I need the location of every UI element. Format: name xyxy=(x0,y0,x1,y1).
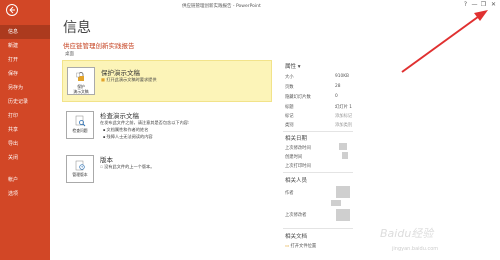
title-bar: 供应链管理创新实践报告 - PowerPoint ? — ❐ ✕ xyxy=(50,0,500,12)
properties-heading[interactable]: 属性 ▾ xyxy=(285,62,301,70)
nav-share[interactable]: 共享 xyxy=(0,123,50,137)
related-docs-heading: 相关文档 xyxy=(285,234,308,240)
inspect-presentation-card: 检查问题 检查演示文稿 在发布此文件之前，请注意其是否包含以下内容: 文档属性和… xyxy=(62,106,272,150)
back-button[interactable] xyxy=(6,4,18,16)
nav-save-as[interactable]: 另存为 xyxy=(0,81,50,95)
related-dates-heading: 相关日期 xyxy=(285,136,308,142)
nav-history[interactable]: 历史记录 xyxy=(0,95,50,109)
protect-button-label: 保护 演示文稿 xyxy=(73,84,89,94)
divider xyxy=(283,172,353,173)
nav-options[interactable]: 选项 xyxy=(0,187,50,201)
versions-heading: 版本 xyxy=(100,156,113,164)
divider xyxy=(283,228,353,229)
redacted-modifier xyxy=(336,209,350,221)
check-issues-label: 检查问题 xyxy=(72,128,88,133)
inspect-description: 在发布此文件之前，请注意其是否包含以下内容: xyxy=(100,120,190,125)
protect-heading: 保护演示文稿 xyxy=(101,69,140,77)
inspect-heading: 检查演示文稿 xyxy=(100,112,139,120)
prop-value-category[interactable]: 添加类别 xyxy=(335,122,352,128)
document-title: 供应链管理创新实践报告 xyxy=(63,42,135,50)
prop-value-slides: 28 xyxy=(335,84,341,89)
sidebar-nav: 信息 新建 打开 保存 另存为 历史记录 打印 共享 导出 关闭 帐户 选项 xyxy=(0,25,50,201)
protect-description: ■ 打开此演示文稿时要求提供 xyxy=(101,77,157,82)
redacted-author xyxy=(336,186,350,198)
page-title: 信息 xyxy=(63,20,91,36)
related-people-heading: 相关人员 xyxy=(285,178,308,184)
close-window-button[interactable]: ✕ xyxy=(489,1,498,8)
back-arrow-icon xyxy=(9,6,15,14)
nav-info[interactable]: 信息 xyxy=(0,25,50,39)
inspect-bullet-accessibility: 残障人士无法阅读的内容 xyxy=(103,134,153,140)
nav-account[interactable]: 帐户 xyxy=(0,173,50,187)
date-label-printed: 上次打印时间 xyxy=(285,164,311,169)
divider xyxy=(283,131,353,132)
people-label-last-modified: 上次修改者 xyxy=(285,213,307,218)
prop-value-size: 910KB xyxy=(335,74,349,79)
versions-card: 管理版本 版本 ▫ 没有此文件的上一个版本。 xyxy=(62,153,272,189)
prop-label-hidden: 隐藏幻灯片数 xyxy=(285,95,311,100)
prop-value-hidden: 0 xyxy=(335,94,338,99)
nav-new[interactable]: 新建 xyxy=(0,39,50,53)
backstage-sidebar: 信息 新建 打开 保存 另存为 历史记录 打印 共享 导出 关闭 帐户 选项 xyxy=(0,0,50,260)
window-title: 供应链管理创新实践报告 - PowerPoint xyxy=(182,4,261,9)
prop-label-category: 类别 xyxy=(285,123,294,128)
watermark-url: jingyan.baidu.com xyxy=(392,246,439,252)
people-label-author: 作者 xyxy=(285,191,294,196)
watermark-logo: Baidu经验 xyxy=(380,227,434,240)
nav-save[interactable]: 保存 xyxy=(0,67,50,81)
inspect-document-icon xyxy=(75,115,86,127)
open-file-location-link[interactable]: ▭ 打开文件位置 xyxy=(285,243,316,249)
inspect-bullet-properties: 文档属性和作者的姓名 xyxy=(103,127,149,133)
nav-print[interactable]: 打印 xyxy=(0,109,50,123)
document-path[interactable]: 桌面 xyxy=(65,51,74,57)
nav-open[interactable]: 打开 xyxy=(0,53,50,67)
lock-icon xyxy=(76,72,84,81)
prop-label-title: 标题 xyxy=(285,105,294,110)
manage-versions-button[interactable]: 管理版本 xyxy=(66,155,94,183)
date-label-modified: 上次修改时间 xyxy=(285,146,311,151)
nav-close[interactable]: 关闭 xyxy=(0,151,50,165)
prop-label-size: 大小 xyxy=(285,75,294,80)
versions-description: ▫ 没有此文件的上一个版本。 xyxy=(100,164,155,169)
minimize-button[interactable]: — xyxy=(470,1,479,8)
protect-presentation-card: 保护 演示文稿 保护演示文稿 ■ 打开此演示文稿时要求提供 xyxy=(62,60,272,102)
protect-presentation-button[interactable]: 保护 演示文稿 xyxy=(67,67,95,95)
chevron-down-icon: ▾ xyxy=(297,64,301,70)
redacted-value xyxy=(339,143,347,150)
redacted-value xyxy=(331,200,341,206)
nav-export[interactable]: 导出 xyxy=(0,137,50,151)
prop-value-title[interactable]: 幻灯片 1 xyxy=(335,104,352,110)
prop-label-tags: 标记 xyxy=(285,114,294,119)
manage-versions-label: 管理版本 xyxy=(72,172,88,177)
help-button[interactable]: ? xyxy=(461,1,470,8)
check-issues-button[interactable]: 检查问题 xyxy=(66,111,94,139)
prop-label-slides: 页数 xyxy=(285,85,294,90)
restore-button[interactable]: ❐ xyxy=(479,1,488,8)
date-label-created: 创建时间 xyxy=(285,155,303,160)
prop-value-tags[interactable]: 添加标记 xyxy=(335,113,352,119)
redacted-value xyxy=(342,152,348,159)
versions-icon xyxy=(75,160,85,171)
